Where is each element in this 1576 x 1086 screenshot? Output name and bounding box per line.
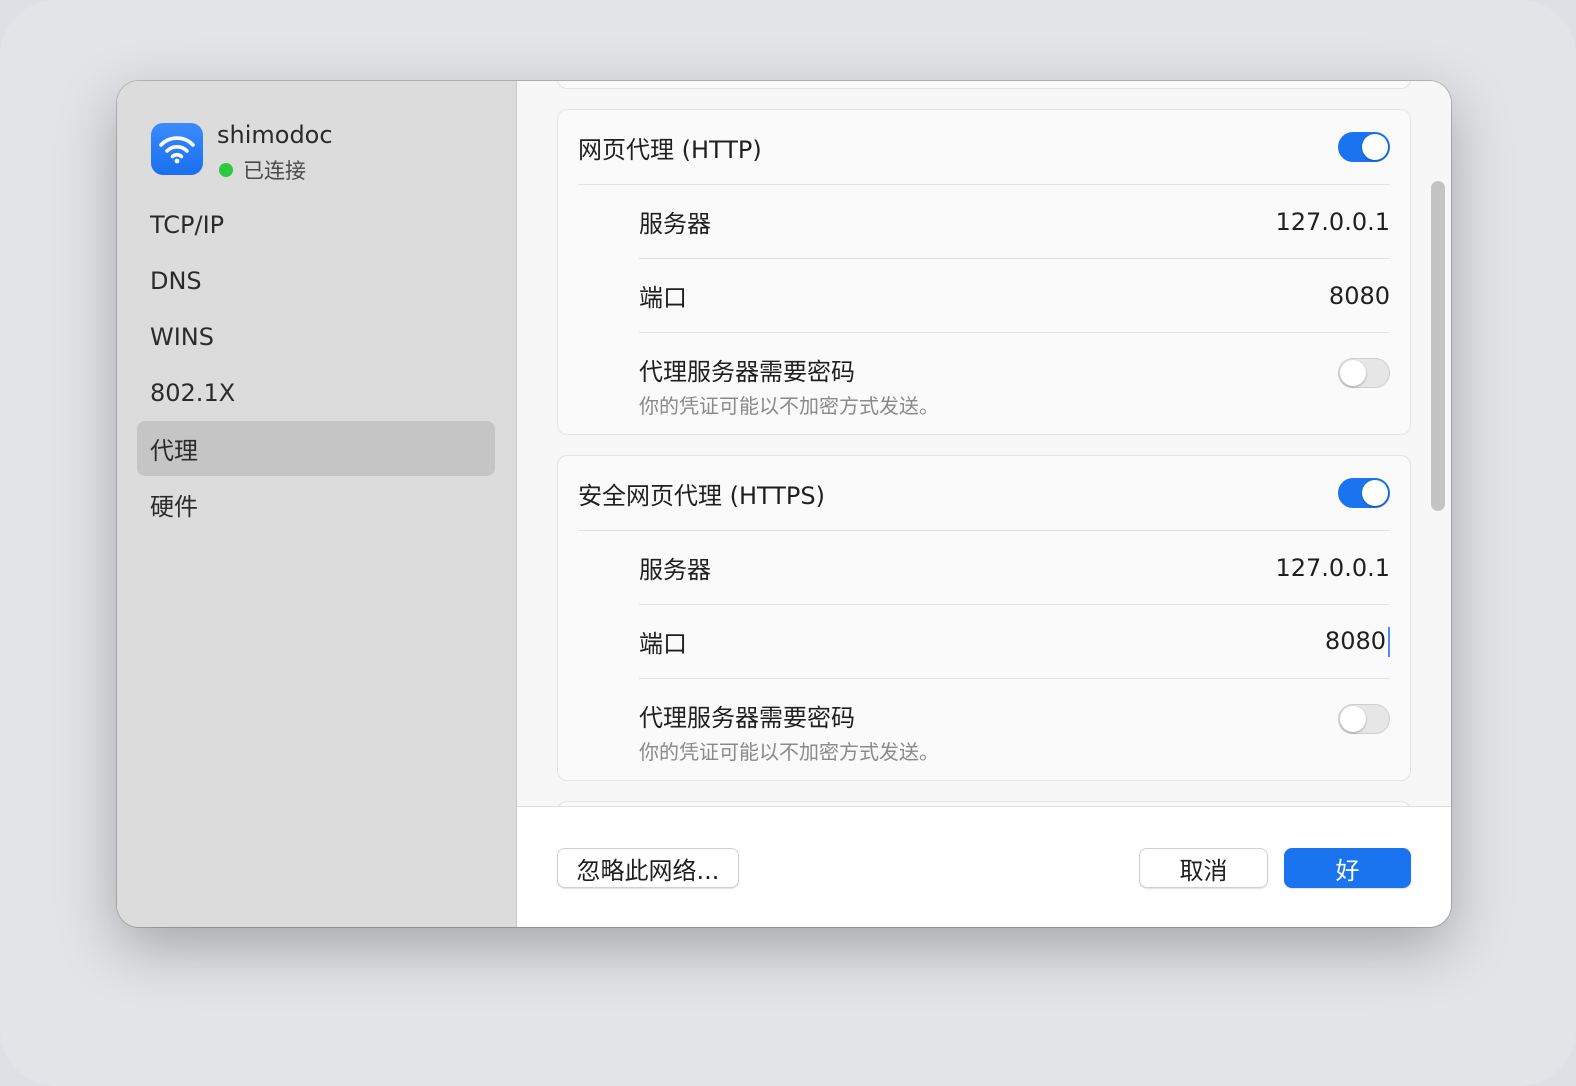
text-cursor bbox=[1388, 626, 1390, 657]
https-port-row: 端口 8080 bbox=[639, 605, 1390, 679]
network-status-label: 已连接 bbox=[243, 159, 306, 183]
https-proxy-toggle[interactable] bbox=[1338, 478, 1390, 508]
sidebar: shimodoc 已连接 TCP/IP DNS WINS 802.1X 代理 硬… bbox=[117, 81, 517, 927]
dialog-footer: 忽略此网络... 取消 好 bbox=[517, 806, 1451, 927]
http-port-row: 端口 8080 bbox=[639, 259, 1390, 333]
sidebar-item-hardware[interactable]: 硬件 bbox=[137, 477, 495, 532]
toggle-knob bbox=[1340, 360, 1366, 386]
https-proxy-header: 安全网页代理 (HTTPS) bbox=[578, 456, 1390, 531]
http-password-note: 你的凭证可能以不加密方式发送。 bbox=[639, 394, 939, 418]
sidebar-item-proxy[interactable]: 代理 bbox=[137, 421, 495, 476]
network-status: 已连接 bbox=[219, 155, 306, 185]
https-password-label: 代理服务器需要密码 bbox=[639, 704, 855, 732]
sidebar-item-label: 代理 bbox=[150, 437, 198, 465]
https-server-row: 服务器 127.0.0.1 bbox=[639, 531, 1390, 605]
https-port-value: 8080 bbox=[1324, 626, 1386, 655]
https-server-label: 服务器 bbox=[639, 556, 711, 584]
sidebar-item-8021x[interactable]: 802.1X bbox=[137, 365, 495, 420]
network-name: shimodoc bbox=[217, 121, 333, 149]
cancel-button[interactable]: 取消 bbox=[1139, 848, 1268, 888]
sidebar-item-label: 802.1X bbox=[150, 378, 236, 407]
proxy-scroll-area[interactable]: 网页代理 (HTTP) 服务器 127.0.0.1 端口 8080 代理服务器需… bbox=[517, 81, 1451, 806]
https-password-row: 代理服务器需要密码 你的凭证可能以不加密方式发送。 bbox=[639, 682, 1390, 772]
http-server-row: 服务器 127.0.0.1 bbox=[639, 185, 1390, 259]
ok-button[interactable]: 好 bbox=[1284, 848, 1411, 888]
http-port-field[interactable]: 8080 bbox=[1329, 282, 1390, 310]
toggle-knob bbox=[1340, 706, 1366, 732]
toggle-knob bbox=[1362, 480, 1388, 506]
sidebar-item-wins[interactable]: WINS bbox=[137, 309, 495, 364]
http-proxy-toggle[interactable] bbox=[1338, 132, 1390, 162]
http-port-label: 端口 bbox=[639, 284, 687, 312]
sidebar-item-label: 硬件 bbox=[150, 493, 198, 521]
sidebar-nav: TCP/IP DNS WINS 802.1X 代理 硬件 bbox=[137, 197, 495, 533]
https-proxy-title: 安全网页代理 (HTTPS) bbox=[578, 481, 826, 510]
sidebar-item-label: TCP/IP bbox=[150, 210, 225, 239]
http-server-label: 服务器 bbox=[639, 210, 711, 238]
sidebar-item-dns[interactable]: DNS bbox=[137, 253, 495, 308]
previous-card-edge bbox=[557, 81, 1411, 89]
proxy-settings-pane: 网页代理 (HTTP) 服务器 127.0.0.1 端口 8080 代理服务器需… bbox=[517, 81, 1451, 927]
http-proxy-card: 网页代理 (HTTP) 服务器 127.0.0.1 端口 8080 代理服务器需… bbox=[557, 109, 1411, 435]
sidebar-item-label: DNS bbox=[150, 266, 202, 295]
vertical-scrollbar[interactable] bbox=[1431, 181, 1445, 511]
forget-network-button[interactable]: 忽略此网络... bbox=[557, 848, 739, 888]
http-password-label: 代理服务器需要密码 bbox=[639, 358, 855, 386]
https-port-label: 端口 bbox=[639, 630, 687, 658]
connected-status-dot-icon bbox=[219, 163, 233, 177]
sidebar-item-tcpip[interactable]: TCP/IP bbox=[137, 197, 495, 252]
sidebar-item-label: WINS bbox=[150, 322, 214, 351]
network-header: shimodoc 已连接 bbox=[151, 121, 491, 183]
https-server-field[interactable]: 127.0.0.1 bbox=[1275, 554, 1390, 582]
http-server-field[interactable]: 127.0.0.1 bbox=[1275, 208, 1390, 236]
https-proxy-card: 安全网页代理 (HTTPS) 服务器 127.0.0.1 端口 8080 代理服… bbox=[557, 455, 1411, 781]
wifi-icon bbox=[151, 123, 203, 175]
http-proxy-header: 网页代理 (HTTP) bbox=[578, 110, 1390, 185]
toggle-knob bbox=[1362, 134, 1388, 160]
http-password-toggle[interactable] bbox=[1338, 358, 1390, 388]
https-password-note: 你的凭证可能以不加密方式发送。 bbox=[639, 740, 939, 764]
https-password-toggle[interactable] bbox=[1338, 704, 1390, 734]
http-proxy-title: 网页代理 (HTTP) bbox=[578, 135, 762, 164]
http-password-row: 代理服务器需要密码 你的凭证可能以不加密方式发送。 bbox=[639, 336, 1390, 426]
https-port-field[interactable]: 8080 bbox=[1324, 626, 1390, 657]
network-settings-dialog: shimodoc 已连接 TCP/IP DNS WINS 802.1X 代理 硬… bbox=[117, 81, 1451, 927]
